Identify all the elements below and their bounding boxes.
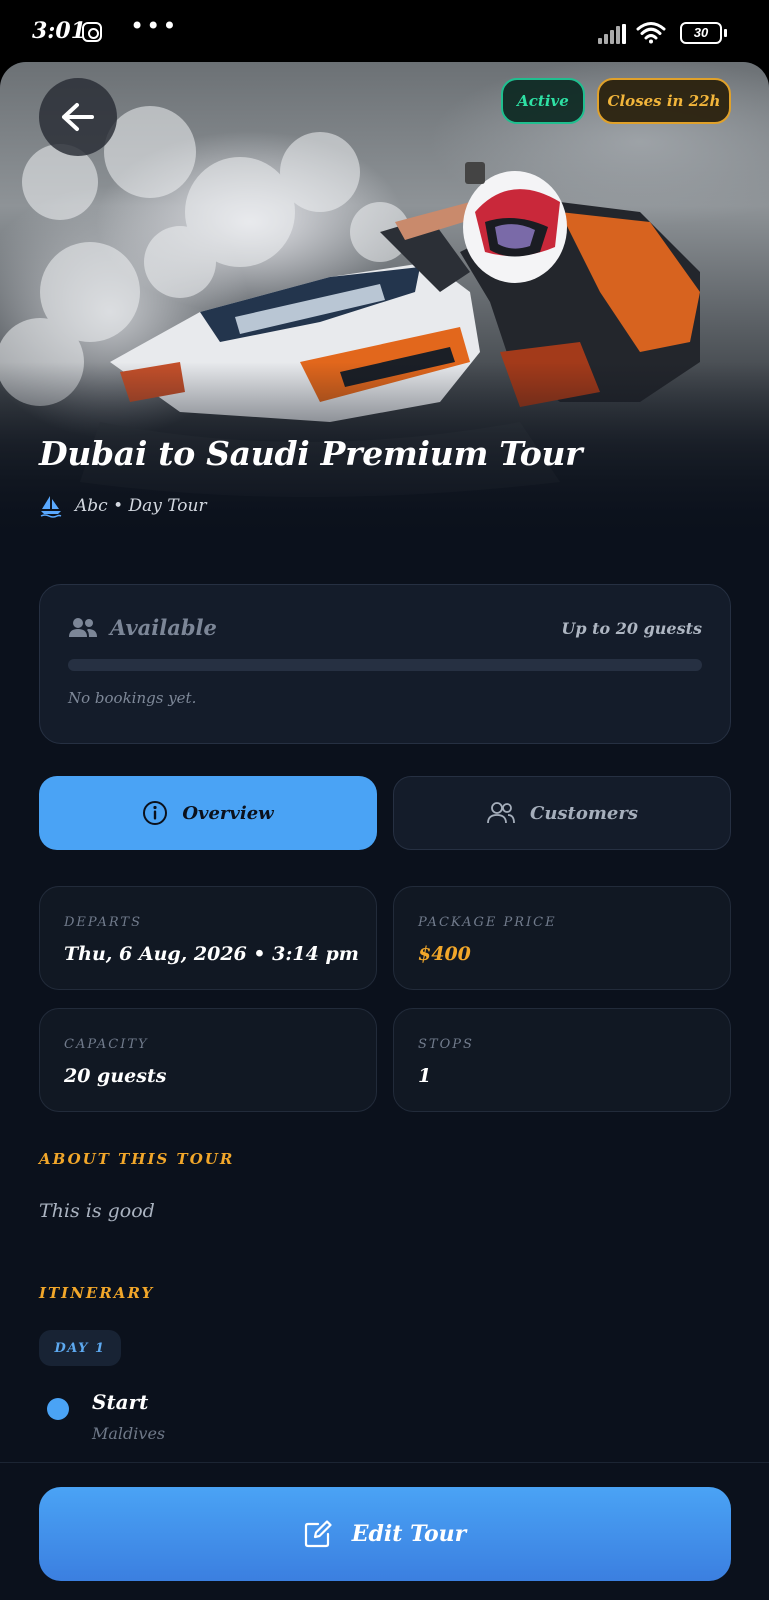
status-badge: Active (501, 78, 585, 124)
battery-icon: 30 (680, 22, 727, 44)
stop-marker (47, 1398, 69, 1420)
operator-and-type: Abc • Day Tour (75, 496, 207, 516)
about-text: This is good (39, 1200, 155, 1222)
wifi-icon (636, 22, 666, 44)
stops-value: 1 (418, 1065, 432, 1087)
tour-subtitle: Abc • Day Tour (39, 492, 207, 520)
tab-overview[interactable]: Overview (39, 776, 377, 850)
edit-icon (304, 1520, 332, 1548)
stops-label: STOPS (418, 1037, 474, 1052)
about-heading: ABOUT THIS TOUR (39, 1150, 235, 1168)
departs-card: DEPARTS Thu, 6 Aug, 2026 • 3:14 pm (39, 886, 377, 990)
hero-image: Active Closes in 22h Dubai to Saudi Prem… (0, 62, 769, 542)
capacity-text: Up to 20 guests (561, 619, 702, 638)
day-chip: DAY 1 (39, 1330, 121, 1366)
info-icon (143, 801, 168, 825)
users-icon (69, 618, 97, 637)
price-value: $400 (418, 943, 471, 965)
arrow-left-icon (62, 103, 94, 131)
departs-label: DEPARTS (64, 915, 142, 930)
clock: 3:01 (32, 18, 87, 44)
itinerary-heading: ITINERARY (39, 1284, 155, 1302)
closes-badge: Closes in 22h (597, 78, 731, 124)
edit-tour-button[interactable]: Edit Tour (39, 1487, 731, 1581)
status-bar: 3:01 ••• 30 (0, 0, 769, 66)
tab-overview-label: Overview (182, 802, 274, 824)
capacity-value: 20 guests (64, 1065, 167, 1087)
stop-place: Maldives (92, 1424, 166, 1443)
tour-detail-screen: Active Closes in 22h Dubai to Saudi Prem… (0, 62, 769, 1600)
back-button[interactable] (39, 78, 117, 156)
signal-icon (598, 24, 626, 44)
edit-tour-label: Edit Tour (351, 1521, 467, 1547)
availability-label: Available (110, 615, 217, 640)
sailboat-icon (40, 496, 62, 518)
booking-progress-bar (68, 659, 702, 671)
bookings-note: No bookings yet. (68, 689, 197, 707)
instagram-icon (82, 22, 102, 42)
users-outline-icon (487, 802, 515, 824)
availability-card: Available Up to 20 guests No bookings ye… (39, 584, 731, 744)
capacity-card: CAPACITY 20 guests (39, 1008, 377, 1112)
tab-customers-label: Customers (530, 802, 638, 824)
departs-value: Thu, 6 Aug, 2026 • 3:14 pm (64, 943, 359, 965)
price-label: PACKAGE PRICE (418, 915, 557, 930)
more-notifications-icon: ••• (130, 12, 179, 40)
stop-name: Start (92, 1390, 149, 1414)
stops-card: STOPS 1 (393, 1008, 731, 1112)
capacity-label: CAPACITY (64, 1037, 149, 1052)
tour-title: Dubai to Saudi Premium Tour (39, 434, 583, 473)
bottom-action-bar: Edit Tour (0, 1462, 769, 1600)
tab-customers[interactable]: Customers (393, 776, 731, 850)
price-card: PACKAGE PRICE $400 (393, 886, 731, 990)
